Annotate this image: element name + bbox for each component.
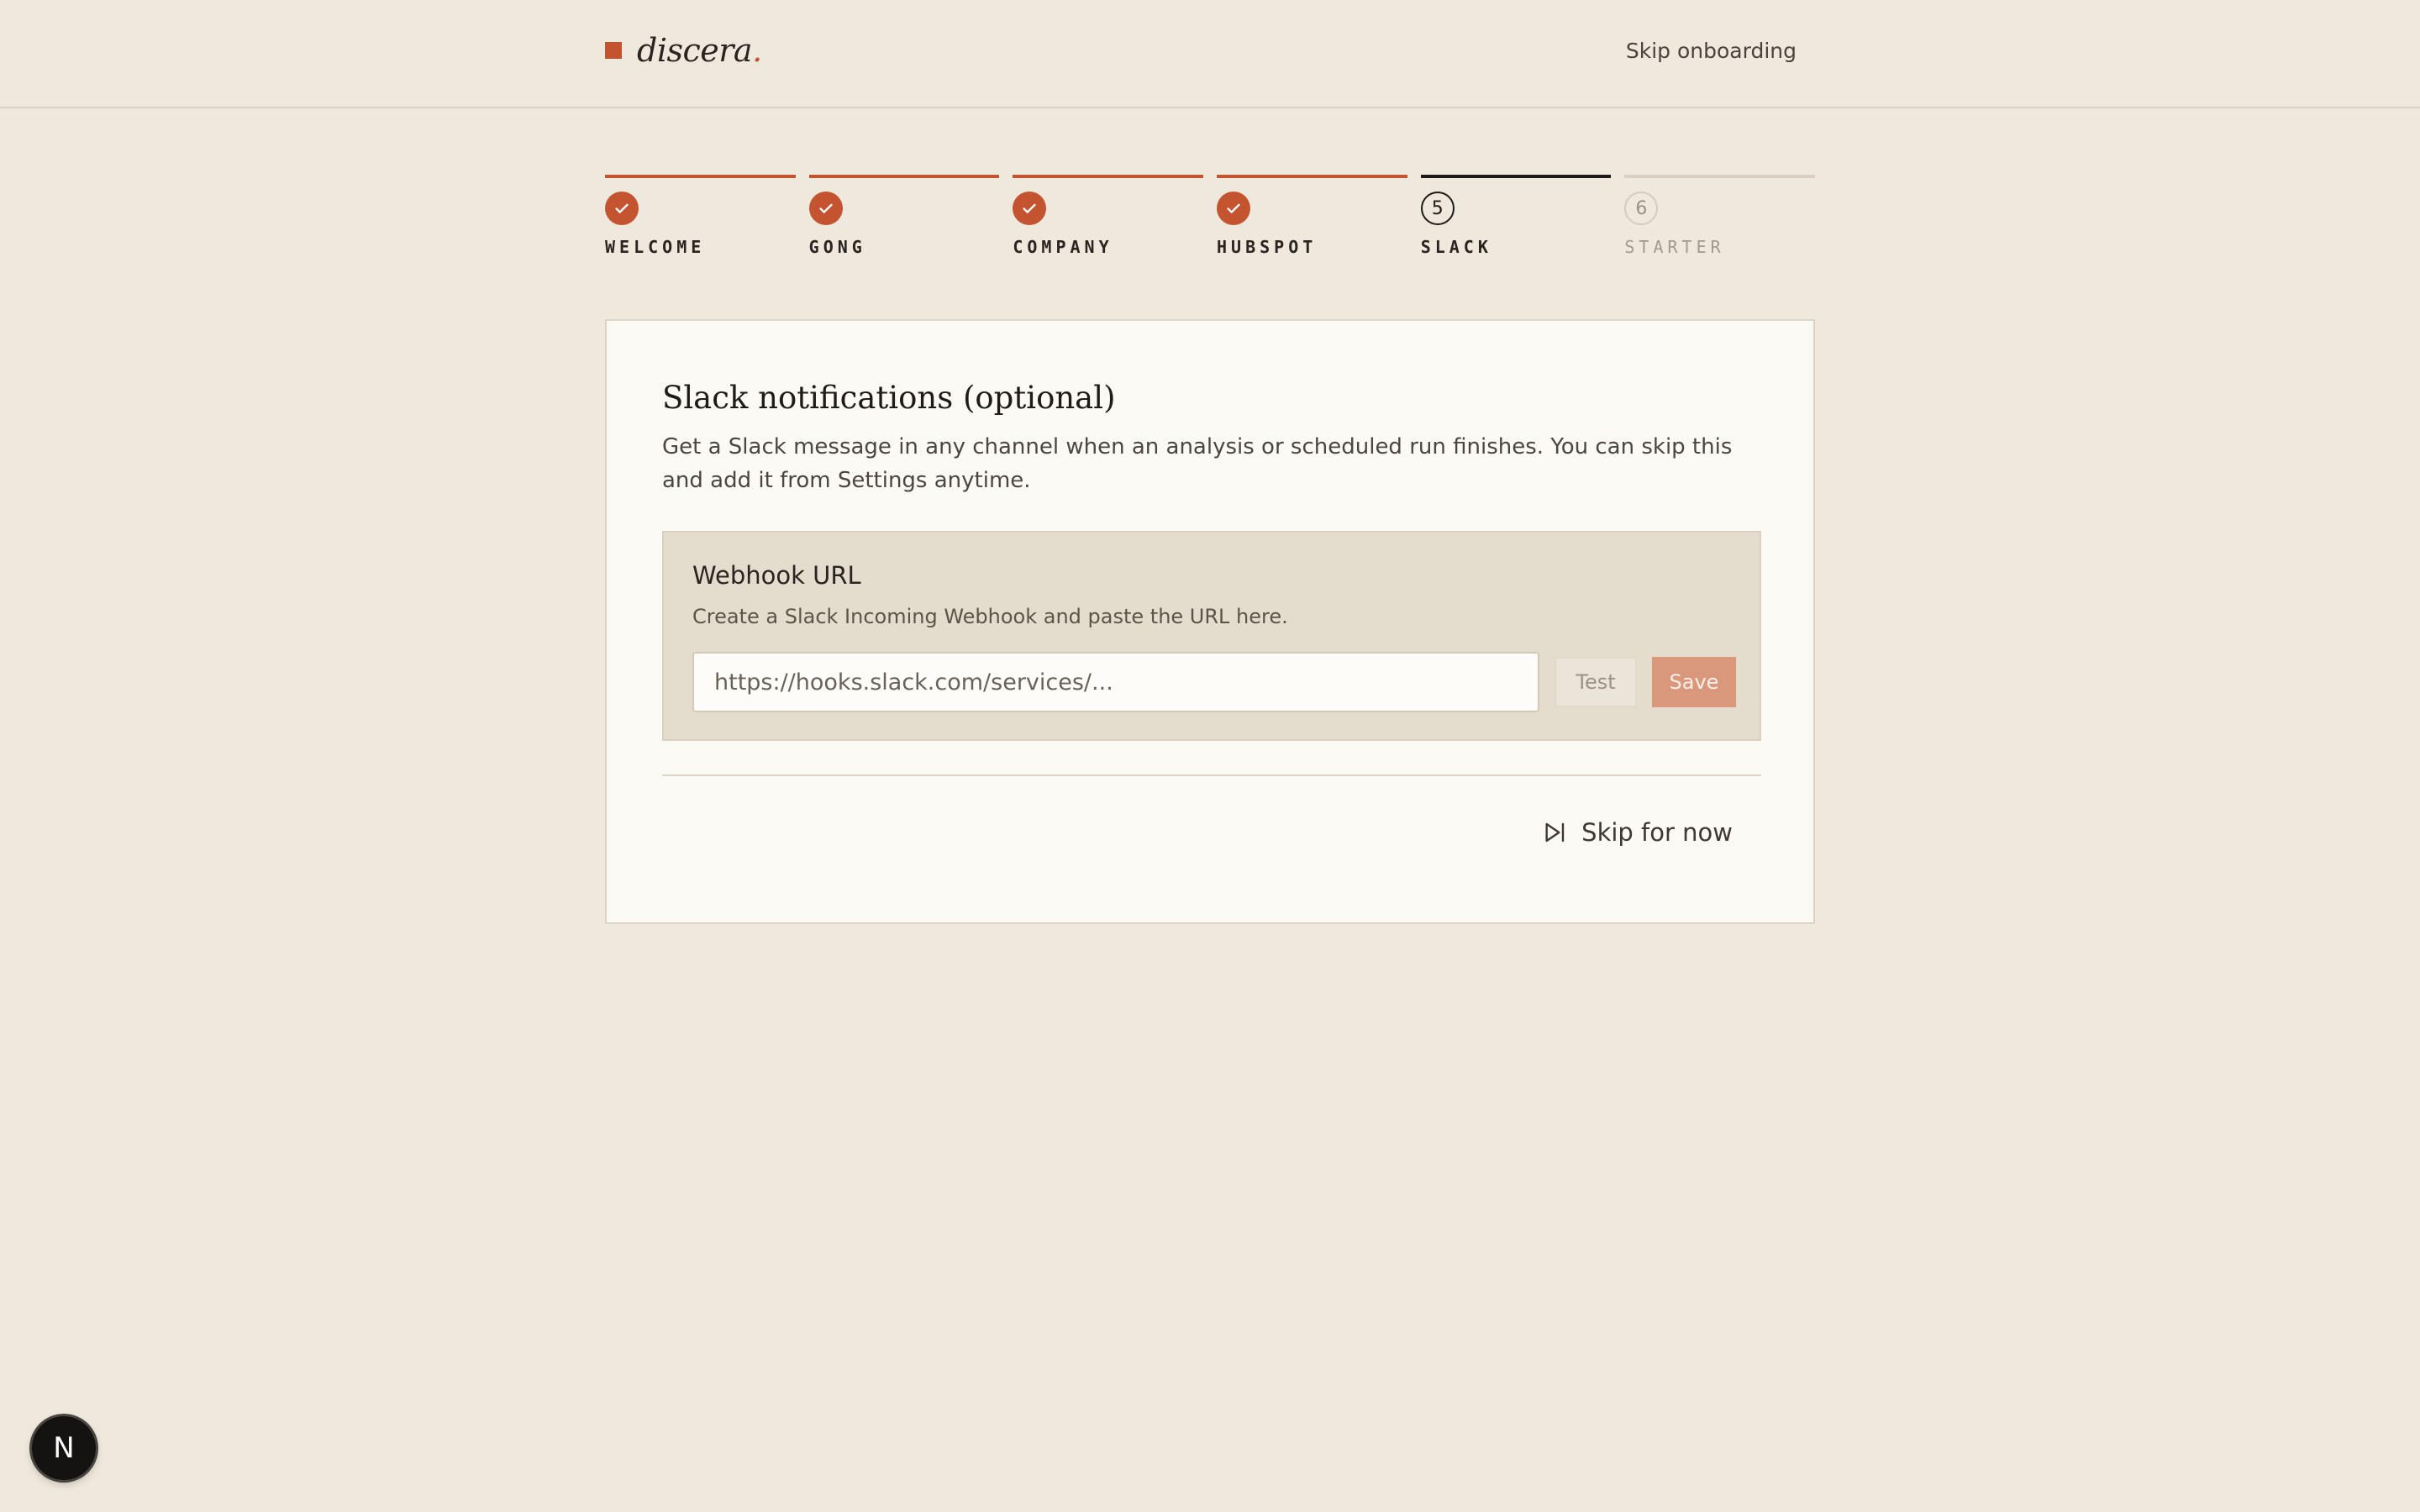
webhook-title: Webhook URL <box>692 561 861 590</box>
step-label: SLACK <box>1420 237 1492 257</box>
step-check-icon <box>1217 192 1251 225</box>
test-button[interactable]: Test <box>1555 657 1637 707</box>
step-number-badge: 5 <box>1420 192 1455 225</box>
skip-for-now-button[interactable]: Skip for now <box>1541 818 1733 847</box>
divider <box>662 774 1761 776</box>
step-check-icon <box>1013 192 1047 225</box>
step-label: WELCOME <box>605 237 706 257</box>
step-check-icon <box>808 192 843 225</box>
top-header: discera. Skip onboarding <box>0 0 2420 108</box>
webhook-url-input[interactable] <box>692 652 1539 712</box>
step-welcome[interactable]: WELCOME <box>605 175 796 257</box>
step-company[interactable]: COMPANY <box>1013 175 1204 257</box>
step-slack[interactable]: 5 SLACK <box>1420 175 1612 257</box>
step-starter[interactable]: 6 STARTER <box>1624 175 1816 257</box>
page-title: Slack notifications (optional) <box>662 380 1116 416</box>
brand-wordmark: discera. <box>637 32 762 69</box>
step-number-badge: 6 <box>1624 192 1659 225</box>
step-check-icon <box>605 192 639 225</box>
step-label: HUBSPOT <box>1217 237 1318 257</box>
onboarding-stepper: WELCOME GONG COMPANY HUBSPOT 5 SLACK 6 S… <box>605 175 1816 257</box>
brand-logo[interactable]: discera. <box>605 32 762 69</box>
skip-for-now-label: Skip for now <box>1581 818 1733 847</box>
brand-name-text: discera <box>637 32 753 69</box>
step-label: GONG <box>808 237 866 257</box>
step-hubspot[interactable]: HUBSPOT <box>1217 175 1407 257</box>
page-description: Get a Slack message in any channel when … <box>662 434 1733 493</box>
step-gong[interactable]: GONG <box>808 175 1000 257</box>
step-label: STARTER <box>1624 237 1725 257</box>
brand-square-icon <box>605 42 622 59</box>
save-button[interactable]: Save <box>1652 657 1736 707</box>
webhook-help-text: Create a Slack Incoming Webhook and past… <box>692 605 1288 628</box>
next-dev-badge[interactable]: N <box>32 1416 96 1480</box>
skip-onboarding-link[interactable]: Skip onboarding <box>1626 39 1797 63</box>
skip-forward-icon <box>1545 822 1565 843</box>
step-label: COMPANY <box>1013 237 1113 257</box>
brand-dot: . <box>752 32 762 69</box>
slack-setup-card: Slack notifications (optional) Get a Sla… <box>605 319 1815 924</box>
webhook-section: Webhook URL Create a Slack Incoming Webh… <box>662 531 1761 741</box>
